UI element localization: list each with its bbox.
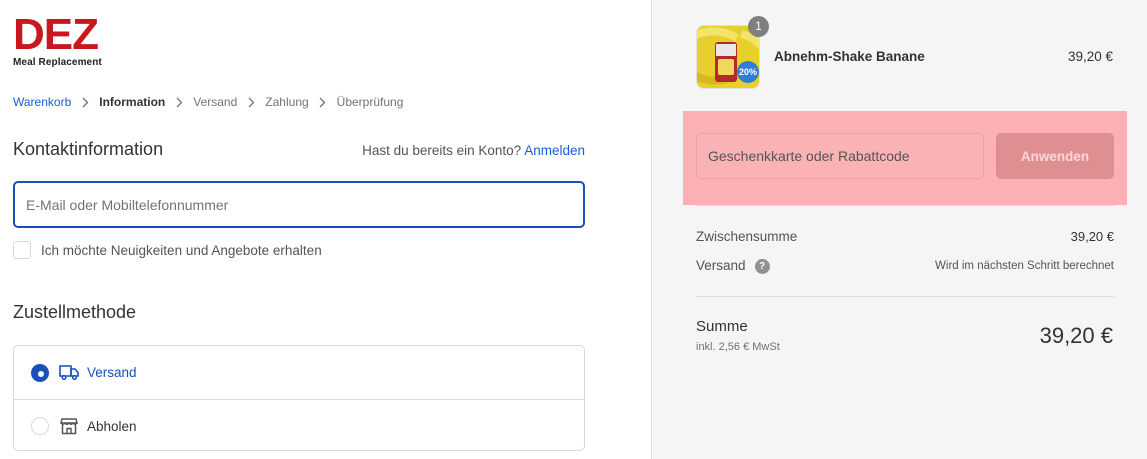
- login-prompt-text: Hast du bereits ein Konto?: [362, 143, 522, 158]
- shipping-row: Versand? Wird im nächsten Schritt berech…: [696, 258, 1114, 274]
- divider: [696, 205, 1114, 206]
- checkout-main: DEZ Meal Replacement Warenkorb Informati…: [0, 0, 651, 459]
- breadcrumb-shipping: Versand: [193, 95, 238, 109]
- delivery-option-shipping[interactable]: Versand: [14, 346, 584, 399]
- breadcrumb-review: Überprüfung: [336, 95, 404, 109]
- discount-code-input[interactable]: [696, 133, 984, 179]
- newsletter-opt-in[interactable]: Ich möchte Neuigkeiten und Angebote erha…: [13, 241, 322, 259]
- delivery-section-title: Zustellmethode: [13, 302, 137, 322]
- shipping-value: Wird im nächsten Schritt berechnet: [935, 259, 1114, 272]
- shipping-label: Versand: [696, 258, 746, 273]
- contact-section-title: Kontaktinformation: [13, 139, 164, 159]
- product-discount-badge: 20%: [739, 67, 757, 77]
- breadcrumb-cart[interactable]: Warenkorb: [13, 95, 71, 109]
- subtotal-value: 39,20 €: [1070, 229, 1114, 244]
- store-icon: [59, 417, 79, 435]
- product-name: Abnehm-Shake Banane: [774, 49, 925, 64]
- truck-icon: [59, 364, 79, 382]
- pickup-radio[interactable]: [31, 417, 49, 435]
- product-image: 20%: [696, 25, 760, 89]
- chevron-right-icon: [174, 96, 184, 108]
- shipping-radio[interactable]: [31, 363, 49, 382]
- logo[interactable]: DEZ Meal Replacement: [13, 10, 113, 69]
- shipping-option-label: Versand: [87, 365, 137, 380]
- login-prompt: Hast du bereits ein Konto? Anmelden: [362, 143, 585, 158]
- logo-brand: DEZ: [13, 10, 99, 59]
- chevron-right-icon: [246, 96, 256, 108]
- subtotal-label: Zwischensumme: [696, 229, 798, 244]
- breadcrumb: Warenkorb Information Versand Zahlung Üb…: [13, 95, 403, 109]
- breadcrumb-information: Information: [99, 95, 166, 109]
- login-link[interactable]: Anmelden: [524, 143, 585, 158]
- chevron-right-icon: [318, 96, 328, 108]
- subtotal-row: Zwischensumme 39,20 €: [696, 229, 1114, 244]
- order-summary: 20% 1 Abnehm-Shake Banane 39,20 € Anwend…: [651, 0, 1147, 459]
- apply-discount-button[interactable]: Anwenden: [996, 133, 1114, 179]
- logo-subtitle: Meal Replacement: [13, 57, 102, 68]
- newsletter-checkbox[interactable]: [13, 241, 31, 259]
- quantity-badge: 1: [748, 16, 769, 37]
- chevron-right-icon: [80, 96, 90, 108]
- delivery-option-pickup[interactable]: Abholen: [14, 399, 584, 452]
- total-label: Summe: [696, 318, 748, 335]
- tax-note: inkl. 2,56 € MwSt: [696, 341, 780, 353]
- delivery-method-options: Versand Abholen: [13, 345, 585, 451]
- pickup-option-label: Abholen: [87, 418, 137, 434]
- newsletter-label: Ich möchte Neuigkeiten und Angebote erha…: [41, 242, 322, 258]
- email-input[interactable]: [13, 181, 585, 228]
- divider: [696, 296, 1114, 297]
- total-value: 39,20 €: [1039, 323, 1113, 348]
- help-icon[interactable]: ?: [754, 258, 770, 274]
- product-price: 39,20 €: [1067, 49, 1113, 64]
- discount-code-section: Anwenden: [683, 111, 1127, 205]
- breadcrumb-payment: Zahlung: [265, 95, 309, 109]
